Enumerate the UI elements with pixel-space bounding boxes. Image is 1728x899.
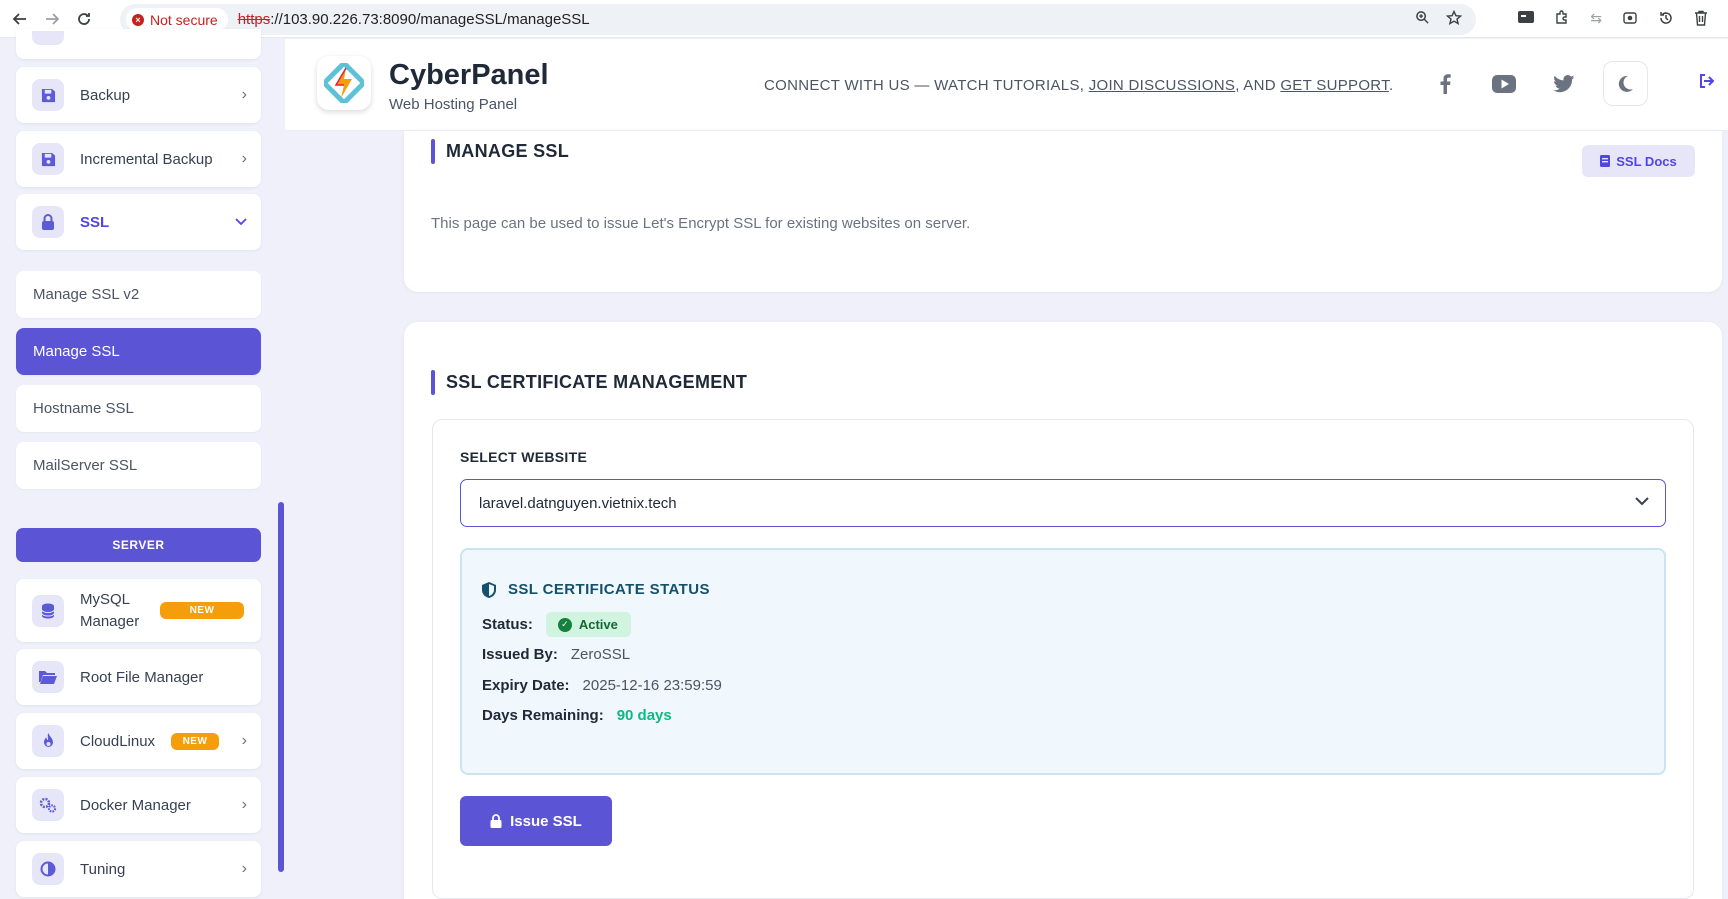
ssl-docs-button[interactable]: SSL Docs	[1582, 145, 1695, 177]
page-description: This page can be used to issue Let's Enc…	[431, 215, 971, 232]
youtube-icon[interactable]	[1491, 71, 1517, 97]
expiry-row: Expiry Date: 2025-12-16 23:59:59	[482, 677, 722, 694]
sidebar-subitem-mailserver-ssl[interactable]: MailServer SSL	[16, 442, 261, 489]
issue-ssl-button[interactable]: Issue SSL	[460, 796, 612, 846]
sidebar-item-docker-manager[interactable]: Docker Manager ›	[16, 777, 261, 833]
zoom-icon[interactable]	[1415, 10, 1430, 30]
sidebar-item-tuning[interactable]: Tuning ›	[16, 841, 261, 897]
join-discussions-link[interactable]: JOIN DISCUSSIONS	[1089, 77, 1236, 94]
chevron-right-icon: ›	[241, 150, 247, 167]
facebook-icon[interactable]	[1432, 71, 1458, 97]
extensions-puzzle-icon[interactable]	[1554, 10, 1570, 29]
shield-icon	[482, 581, 496, 598]
ssl-form-box: SELECT WEBSITE laravel.datnguyen.vietnix…	[432, 419, 1694, 899]
page-header-card: MANAGE SSL SSL Docs This page can be use…	[404, 131, 1722, 292]
sidebar-item-label: SSL	[80, 213, 110, 231]
sidebar-item-label: Backup	[80, 86, 131, 104]
sidebar-item-label: Tuning	[80, 860, 126, 878]
trash-icon[interactable]	[1694, 10, 1708, 29]
new-badge: NEW	[160, 602, 244, 619]
expiry-value: 2025-12-16 23:59:59	[582, 677, 722, 694]
days-remaining-value: 90 days	[616, 707, 672, 724]
selected-website: laravel.datnguyen.vietnix.tech	[479, 494, 677, 512]
title-accent-bar	[431, 139, 435, 164]
sidebar-item-mysql-manager[interactable]: MySQL Manager NEW	[16, 579, 261, 642]
sidebar-item-incremental-backup[interactable]: Incremental Backup ›	[16, 131, 261, 187]
sidebar-item-partial[interactable]	[16, 29, 261, 59]
sidebar-item-label: Incremental Backup	[80, 150, 213, 168]
security-chip[interactable]: × Not secure	[126, 8, 228, 31]
select-website-label: SELECT WEBSITE	[460, 449, 588, 465]
sidebar-subitem-manage-ssl-v2[interactable]: Manage SSL v2	[16, 271, 261, 318]
twitter-icon[interactable]	[1551, 71, 1577, 97]
not-secure-icon: ×	[132, 13, 144, 26]
save-icon	[32, 79, 64, 111]
screenshot-icon[interactable]	[1622, 10, 1638, 29]
chevron-down-icon	[235, 213, 247, 231]
sidebar-item-backup[interactable]: Backup ›	[16, 67, 261, 123]
folder-icon	[32, 661, 64, 693]
book-icon	[1600, 155, 1611, 167]
issued-by-row: Issued By: ZeroSSL	[482, 646, 631, 663]
chevron-right-icon: ›	[241, 860, 247, 877]
back-icon[interactable]	[8, 7, 32, 31]
security-label: Not secure	[150, 11, 218, 28]
terminal-extension-icon[interactable]	[1518, 10, 1535, 29]
chevron-down-icon	[1635, 493, 1649, 510]
partial-icon	[32, 31, 64, 45]
cyberpanel-logo[interactable]	[317, 56, 371, 110]
sidebar-item-label: Root File Manager	[80, 668, 204, 686]
sidebar-subitem-manage-ssl[interactable]: Manage SSL	[16, 328, 261, 375]
history-icon[interactable]	[1658, 10, 1674, 29]
top-header: CyberPanel Web Hosting Panel CONNECT WIT…	[285, 39, 1728, 131]
fire-icon	[32, 725, 64, 757]
status-title: SSL CERTIFICATE STATUS	[482, 581, 710, 598]
connect-text: CONNECT WITH US — WATCH TUTORIALS, JOIN …	[764, 77, 1394, 94]
title-accent-bar	[431, 370, 435, 395]
address-bar[interactable]: × Not secure https://103.90.226.73:8090/…	[120, 4, 1476, 35]
sidebar-item-label: CloudLinux	[80, 732, 156, 750]
get-support-link[interactable]: GET SUPPORT	[1280, 77, 1389, 94]
forward-icon[interactable]	[40, 7, 64, 31]
sidebar-subitem-hostname-ssl[interactable]: Hostname SSL	[16, 385, 261, 432]
check-circle-icon: ✓	[557, 617, 572, 632]
contrast-icon	[32, 853, 64, 885]
status-badge: ✓ Active	[545, 612, 631, 637]
lock-icon	[32, 206, 64, 238]
website-select[interactable]: laravel.datnguyen.vietnix.tech	[460, 479, 1666, 527]
sidebar-item-cloudlinux[interactable]: CloudLinux NEW ›	[16, 713, 261, 769]
sidebar: Backup › Incremental Backup › SSL Manage…	[0, 29, 284, 899]
save-icon	[32, 143, 64, 175]
issuer-value: ZeroSSL	[570, 646, 631, 663]
ssl-management-card: SSL CERTIFICATE MANAGEMENT SELECT WEBSIT…	[404, 322, 1722, 899]
server-section-header[interactable]: SERVER	[16, 528, 261, 562]
brand-subtitle: Web Hosting Panel	[389, 96, 518, 113]
dark-mode-toggle[interactable]	[1603, 61, 1648, 106]
sidebar-item-ssl[interactable]: SSL	[16, 194, 261, 250]
moon-icon	[1618, 75, 1633, 92]
lock-icon	[490, 814, 502, 828]
chevron-right-icon: ›	[241, 732, 247, 749]
sidebar-item-label: Docker Manager	[80, 796, 191, 814]
sidebar-item-label: MySQL Manager	[80, 590, 140, 630]
ssl-status-box: SSL CERTIFICATE STATUS Status: ✓ Active …	[460, 548, 1666, 775]
bookmark-star-icon[interactable]	[1445, 9, 1463, 30]
new-badge: NEW	[171, 733, 219, 750]
url-text: https://103.90.226.73:8090/manageSSL/man…	[237, 11, 590, 28]
chevron-right-icon: ›	[241, 86, 247, 103]
chevron-right-icon: ›	[241, 796, 247, 813]
section-title: SSL CERTIFICATE MANAGEMENT	[431, 370, 747, 395]
reload-icon[interactable]	[72, 7, 96, 31]
sidebar-item-root-file-manager[interactable]: Root File Manager	[16, 649, 261, 705]
logout-icon[interactable]	[1699, 73, 1715, 94]
brand-title: CyberPanel	[389, 59, 549, 91]
status-row: Status: ✓ Active	[482, 612, 631, 637]
page-title: MANAGE SSL	[431, 139, 569, 164]
translate-icon[interactable]: ⇆	[1590, 10, 1602, 29]
sidebar-scrollbar[interactable]	[278, 502, 284, 872]
database-icon	[32, 594, 64, 627]
days-remaining-row: Days Remaining: 90 days	[482, 707, 672, 724]
gears-icon	[32, 789, 64, 821]
